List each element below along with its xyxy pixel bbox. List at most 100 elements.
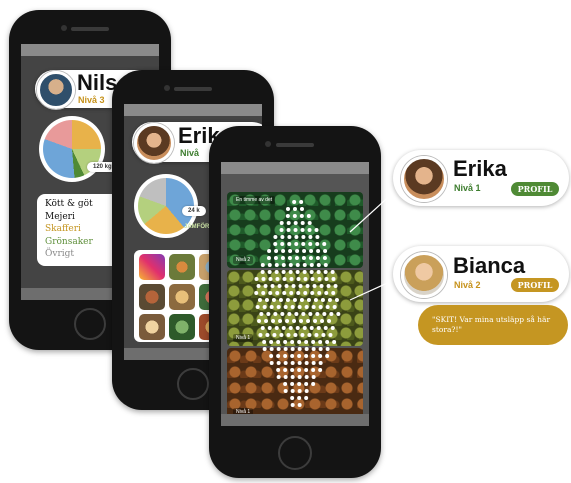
emission-dot [290,368,295,372]
emission-dot [293,228,298,232]
user-card-erika[interactable]: Erika Nivå 1 PROFIL [393,150,569,206]
emission-dot [273,256,278,260]
emission-dot [309,249,314,253]
emission-dot [304,347,309,351]
emission-dot [288,263,293,267]
emission-dot [294,235,299,239]
emission-dot [276,361,281,365]
emission-dot [285,298,290,302]
emission-dot [259,312,264,316]
emission-dot [324,277,329,281]
emission-dot [290,340,295,344]
emission-dot [320,298,325,302]
emission-dot [289,277,294,281]
emission-dot [315,235,320,239]
emission-dot [269,354,274,358]
emission-dot [318,368,323,372]
emission-dot [281,326,286,330]
emission-dot [287,235,292,239]
emission-dot [322,242,327,246]
emission-dot [290,396,295,400]
emission-dot [306,319,311,323]
emission-dot [280,312,285,316]
emission-dot [266,256,271,260]
emission-dot [283,382,288,386]
food-photo[interactable] [139,284,165,310]
emission-dot [270,284,275,288]
emission-dot [313,319,318,323]
emission-dot [274,249,279,253]
emission-dot [331,277,336,281]
camera-icon [265,141,271,147]
emission-dot [283,347,288,351]
emission-dot [297,368,302,372]
emission-dot [311,361,316,365]
emission-dot [288,249,293,253]
emission-dot [283,361,288,365]
emission-dot [301,256,306,260]
emission-dot [275,277,280,281]
emission-dot [296,291,301,295]
emission-dot [276,354,281,358]
emission-dot [267,326,272,330]
emission-dot [290,361,295,365]
emission-dot [296,277,301,281]
food-photo[interactable] [169,254,195,280]
speaker-grille [174,87,212,91]
emission-dot [297,382,302,386]
emission-dot [307,333,312,337]
profile-button[interactable]: PROFIL [511,182,559,196]
emission-dot [311,340,316,344]
home-button[interactable] [278,436,312,470]
emission-dot [283,375,288,379]
emission-dot [265,333,270,337]
emission-dot [304,396,309,400]
emission-dot [324,291,329,295]
legend-item: Skafferi [45,224,81,234]
food-photo[interactable] [169,284,195,310]
emission-dot [301,242,306,246]
avatar-nils [37,71,75,109]
profile-button[interactable]: PROFIL [511,278,559,292]
emission-dot [321,333,326,337]
emission-dot [326,284,331,288]
emission-dot [284,284,289,288]
phone-forest-view: En timme av det Nivå 2 Nivå 1 Nivå 1 [209,126,381,478]
emission-dot [285,207,290,211]
emission-dot [262,347,267,351]
emission-dot [267,249,272,253]
emission-dot [285,319,290,323]
emission-dot [306,298,311,302]
emission-dot [295,263,300,267]
home-button[interactable] [177,368,209,400]
emission-dot [333,284,338,288]
emission-dot [278,319,283,323]
food-photo[interactable] [169,314,195,340]
emission-dot [282,291,287,295]
emission-dot [290,305,295,309]
emission-dot [302,326,307,330]
emission-dot [315,242,320,246]
emission-dot [261,291,266,295]
camera-icon [61,25,67,31]
speaker-grille [71,27,109,31]
emission-dot [293,221,298,225]
emission-dot [300,333,305,337]
emission-dot [278,298,283,302]
emission-dot [294,242,299,246]
emission-dot [289,291,294,295]
compare-label[interactable]: JÄMFÖR [184,224,209,230]
instagram-icon[interactable] [139,254,165,280]
emission-dot [315,312,320,316]
food-photo[interactable] [139,314,165,340]
emission-dot [276,340,281,344]
user-name: Erika [453,156,507,181]
emission-dot [267,263,272,267]
emission-dot [319,284,324,288]
emission-dot [292,200,297,204]
emission-dot [271,298,276,302]
user-card-bianca[interactable]: Bianca Nivå 2 PROFIL [393,246,569,302]
emission-dot [281,263,286,267]
user-level: Nivå 2 [454,280,481,290]
home-button[interactable] [74,308,106,340]
